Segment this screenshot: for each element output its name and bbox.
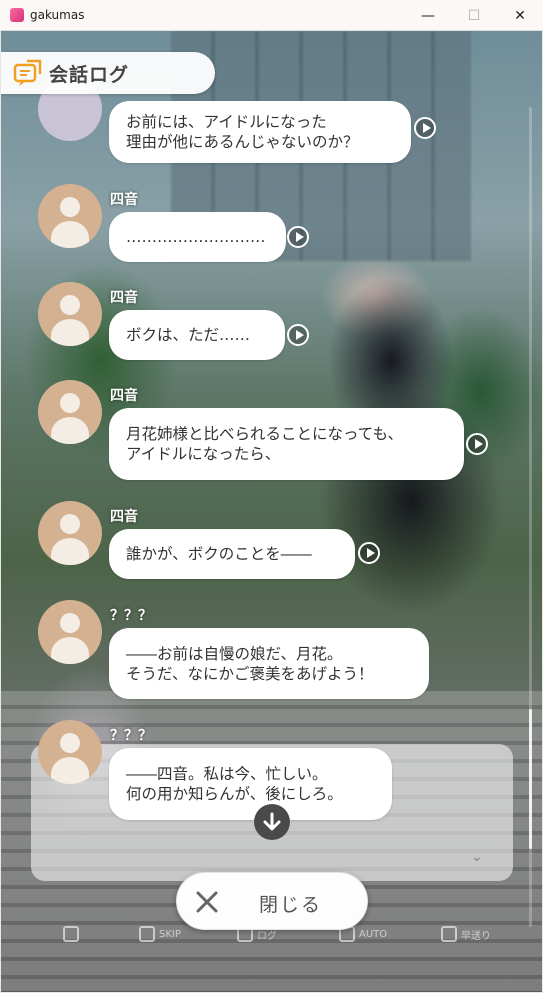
window-titlebar: gakumas — ☐ ✕ (0, 0, 543, 31)
avatar (38, 380, 102, 444)
message-line: ――四音。私は今、忙しい。 (126, 765, 328, 783)
play-voice-icon[interactable] (287, 226, 309, 248)
speaker-name: ？？？ (110, 608, 152, 624)
log-title: 会話ログ (49, 63, 130, 86)
play-voice-icon[interactable] (358, 542, 380, 564)
maximize-button[interactable]: ☐ (451, 0, 497, 31)
speaker-name: 四音 (110, 509, 138, 525)
game-viewport: ⌄ SKIP ログ AUTO 早送り お前には、アイドルになった 理由が他にある… (1, 31, 542, 992)
message-line: 理由が他にあるんじゃないのか？ (126, 133, 359, 151)
scrollbar-thumb[interactable] (529, 709, 532, 849)
message-line: ――お前は自慢の娘だ、月花。 (126, 644, 343, 663)
close-label: 閉じる (259, 894, 323, 916)
arrow-down-icon (263, 812, 281, 831)
app-icon (10, 8, 24, 22)
fullscreen-control[interactable] (63, 926, 79, 942)
auto-label: AUTO (359, 928, 388, 940)
message-bubble: ……………………… (109, 212, 286, 262)
speaker-name: ？？？ (110, 728, 152, 744)
fast-forward-icon (441, 926, 457, 942)
chat-log-icon (13, 59, 42, 86)
close-icon (196, 891, 218, 913)
message-line: 何の用か知らんが、後にしろ。 (126, 785, 343, 803)
play-voice-icon[interactable] (466, 433, 488, 455)
avatar (38, 184, 102, 248)
message-line: 誰かが、ボクのことを―― (126, 545, 312, 563)
window-close-button[interactable]: ✕ (497, 0, 543, 31)
fast-forward-label: 早送り (461, 930, 491, 942)
speaker-name: 四音 (110, 192, 138, 208)
message-bubble: 月花姉様と比べられることになっても、 アイドルになったら、 (109, 408, 464, 480)
chevron-down-icon: ⌄ (471, 849, 483, 865)
fast-forward-control[interactable]: 早送り (441, 926, 491, 942)
avatar (38, 720, 102, 784)
message-bubble: ボクは、ただ…… (109, 310, 285, 360)
message-line: 月花姉様と比べられることになっても、 (126, 425, 403, 443)
message-line: ボクは、ただ…… (126, 326, 251, 344)
speaker-name: 四音 (110, 290, 138, 306)
skip-icon (139, 926, 155, 942)
play-voice-icon[interactable] (414, 117, 436, 139)
window-title: gakumas (30, 8, 85, 22)
fullscreen-icon (63, 926, 79, 942)
skip-control[interactable]: SKIP (139, 926, 181, 942)
avatar (38, 282, 102, 346)
close-log-button[interactable]: 閉じる (176, 872, 368, 930)
avatar (38, 501, 102, 565)
message-line: ……………………… (126, 228, 266, 246)
speaker-name: 四音 (110, 388, 138, 404)
message-bubble: ――四音。私は今、忙しい。 何の用か知らんが、後にしろ。 (109, 748, 392, 820)
message-bubble: ――お前は自慢の娘だ、月花。 そうだ、なにかご褒美をあげよう！ (109, 628, 429, 699)
message-line: お前には、アイドルになった (126, 113, 327, 131)
log-header: 会話ログ (1, 52, 215, 94)
minimize-button[interactable]: — (405, 0, 451, 31)
play-voice-icon[interactable] (287, 324, 309, 346)
skip-label: SKIP (159, 928, 181, 940)
message-bubble: 誰かが、ボクのことを―― (109, 529, 355, 579)
message-line: そうだ、なにかご褒美をあげよう！ (126, 664, 374, 683)
scroll-to-bottom-button[interactable] (254, 804, 290, 840)
message-bubble: お前には、アイドルになった 理由が他にあるんじゃないのか？ (109, 101, 411, 163)
avatar (38, 600, 102, 664)
message-line: アイドルになったら、 (126, 445, 281, 463)
